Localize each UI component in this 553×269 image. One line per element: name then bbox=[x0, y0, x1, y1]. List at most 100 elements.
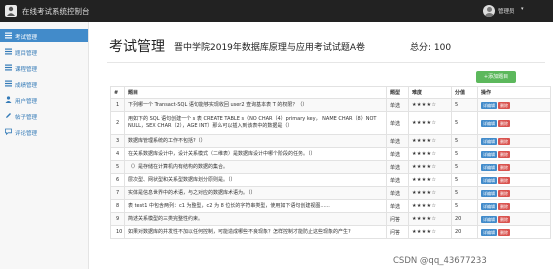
table-row: 7 实体是信息世界中的术语，与之对应的数据库术语为。（） 单选 ★★★★☆ 5 … bbox=[110, 186, 551, 200]
chevron-down-icon[interactable]: ▾ bbox=[521, 6, 524, 12]
sidebar-item-post-management[interactable]: 帖子管理 bbox=[0, 109, 88, 122]
delete-button[interactable]: 删除 bbox=[498, 215, 510, 223]
edit-button[interactable]: 详编辑 bbox=[481, 202, 497, 210]
column-header-difficulty: 难度 bbox=[408, 86, 452, 99]
question-type: 单选 bbox=[386, 134, 409, 148]
question-score: 5 bbox=[451, 111, 478, 135]
row-index: 9 bbox=[110, 212, 125, 226]
sidebar-item-question-management[interactable]: 题目管理 bbox=[0, 45, 88, 58]
edit-button[interactable]: 详编辑 bbox=[481, 150, 497, 158]
edit-button[interactable]: 详编辑 bbox=[481, 163, 497, 171]
user-name-menu[interactable]: 管理员 bbox=[498, 7, 515, 15]
row-actions: 详编辑 删除 bbox=[477, 186, 551, 200]
delete-button[interactable]: 删除 bbox=[498, 202, 510, 210]
question-text: 简述关系模型的三类完整性约束。 bbox=[124, 212, 387, 226]
column-header-question: 题目 bbox=[124, 86, 387, 99]
question-type: 单选 bbox=[386, 199, 409, 213]
delete-button[interactable]: 删除 bbox=[498, 228, 510, 236]
edit-button[interactable]: 详编辑 bbox=[481, 119, 497, 127]
row-index: 3 bbox=[110, 134, 125, 148]
delete-button[interactable]: 删除 bbox=[498, 119, 510, 127]
edit-button[interactable]: 详编辑 bbox=[481, 228, 497, 236]
difficulty-stars: ★★★★☆ bbox=[408, 111, 452, 135]
row-index: 6 bbox=[110, 173, 125, 187]
sidebar-item-user-management[interactable]: 用户管理 bbox=[0, 93, 88, 106]
sidebar: 考试管理 题目管理 课程管理 成绩管理 用户管理 帖子管理 评论管理 bbox=[0, 22, 89, 269]
difficulty-stars: ★★★★☆ bbox=[408, 225, 452, 239]
row-index: 1 bbox=[110, 98, 125, 112]
edit-button[interactable]: 详编辑 bbox=[481, 189, 497, 197]
row-index: 5 bbox=[110, 160, 125, 174]
top-navbar: 在线考试系统控制台 管理员 ▾ bbox=[0, 0, 553, 22]
watermark: CSDN @qq_43677233 bbox=[393, 256, 487, 266]
row-actions: 详编辑 删除 bbox=[477, 173, 551, 187]
question-score: 5 bbox=[451, 173, 478, 187]
difficulty-stars: ★★★★☆ bbox=[408, 98, 452, 112]
table-header-row: # 题目 题型 难度 分值 操作 bbox=[110, 86, 551, 99]
row-index: 10 bbox=[110, 225, 125, 239]
page-title: 考试管理 bbox=[109, 39, 165, 55]
delete-button[interactable]: 删除 bbox=[498, 101, 510, 109]
delete-button[interactable]: 删除 bbox=[498, 176, 510, 184]
row-actions: 详编辑 删除 bbox=[477, 160, 551, 174]
edit-button[interactable]: 详编辑 bbox=[481, 137, 497, 145]
row-index: 4 bbox=[110, 147, 125, 161]
table-row: 10 如果对数据库的并发性不加以任何控制，可能造成哪些不良现象？怎样控制才能防止… bbox=[110, 225, 551, 239]
sidebar-item-score-management[interactable]: 成绩管理 bbox=[0, 77, 88, 90]
sidebar-item-label: 成绩管理 bbox=[15, 82, 38, 89]
column-header-index: # bbox=[110, 86, 125, 99]
question-score: 5 bbox=[451, 199, 478, 213]
question-text: 表 test1 中包含两列：c1 为整型，c2 为 8 位长的字符串类型，使用如… bbox=[124, 199, 387, 213]
row-actions: 详编辑 删除 bbox=[477, 111, 551, 135]
question-text: 下列哪一个 Transact-SQL 语句能够实现收回 user2 查询基本表 … bbox=[124, 98, 387, 112]
person-logo-icon[interactable] bbox=[5, 5, 17, 17]
list-icon bbox=[5, 32, 12, 39]
table-row: 8 表 test1 中包含两列：c1 为整型，c2 为 8 位长的字符串类型，使… bbox=[110, 199, 551, 213]
table-row: 3 数据库管理系统的工作不包括?（） 单选 ★★★★☆ 5 详编辑 删除 bbox=[110, 134, 551, 148]
delete-button[interactable]: 删除 bbox=[498, 163, 510, 171]
user-avatar-icon[interactable] bbox=[483, 5, 495, 17]
difficulty-stars: ★★★★☆ bbox=[408, 147, 452, 161]
question-type: 问答 bbox=[386, 212, 409, 226]
column-header-actions: 操作 bbox=[477, 86, 551, 99]
delete-button[interactable]: 删除 bbox=[498, 150, 510, 158]
question-type: 单选 bbox=[386, 160, 409, 174]
question-text: 用如下的 SQL 语句创建一个 s 表 CREATE TABLE s（NO CH… bbox=[124, 111, 387, 135]
list-icon bbox=[5, 80, 12, 87]
sidebar-item-exam-management[interactable]: 考试管理 bbox=[0, 29, 88, 42]
table-row: 5 （）是存储在计算机内有结构的数据的集合。 单选 ★★★★☆ 5 详编辑 删除 bbox=[110, 160, 551, 174]
difficulty-stars: ★★★★☆ bbox=[408, 160, 452, 174]
delete-button[interactable]: 删除 bbox=[498, 189, 510, 197]
sidebar-item-course-management[interactable]: 课程管理 bbox=[0, 61, 88, 74]
delete-button[interactable]: 删除 bbox=[498, 137, 510, 145]
question-score: 5 bbox=[451, 186, 478, 200]
question-type: 单选 bbox=[386, 186, 409, 200]
exam-name: 晋中学院2019年数据库原理与应用考试试题A卷 bbox=[174, 43, 366, 53]
comment-icon bbox=[5, 128, 12, 135]
add-question-button[interactable]: +添加题目 bbox=[476, 71, 516, 83]
question-type: 单选 bbox=[386, 111, 409, 135]
question-text: 在关系数据库设计中，设计关系模式（二维表）是数据库设计中哪个阶段的任务。（） bbox=[124, 147, 387, 161]
user-icon bbox=[5, 96, 12, 103]
sidebar-item-comment-management[interactable]: 评论管理 bbox=[0, 125, 88, 138]
question-text: 实体是信息世界中的术语，与之对应的数据库术语为。（） bbox=[124, 186, 387, 200]
table-row: 9 简述关系模型的三类完整性约束。 问答 ★★★★☆ 20 详编辑 删除 bbox=[110, 212, 551, 226]
sidebar-item-label: 用户管理 bbox=[15, 98, 38, 105]
table-row: 6 层次型、网状型和关系型数据库划分原则是。（） 单选 ★★★★☆ 5 详编辑删… bbox=[110, 173, 551, 187]
question-score: 5 bbox=[451, 134, 478, 148]
edit-icon bbox=[6, 113, 11, 118]
sidebar-item-label: 帖子管理 bbox=[15, 114, 38, 121]
app-title[interactable]: 在线考试系统控制台 bbox=[22, 6, 90, 17]
question-score: 20 bbox=[451, 212, 478, 226]
difficulty-stars: ★★★★☆ bbox=[408, 212, 452, 226]
list-icon bbox=[5, 64, 12, 71]
row-actions: 详编辑 删除 bbox=[477, 199, 551, 213]
edit-button[interactable]: 详编辑 bbox=[481, 215, 497, 223]
edit-button[interactable]: 详编辑 bbox=[481, 176, 497, 184]
exam-total-score: 总分: 100 bbox=[410, 43, 452, 53]
row-actions: 详编辑 删除 bbox=[477, 147, 551, 161]
difficulty-stars: ★★★★☆ bbox=[408, 173, 452, 187]
column-header-score: 分值 bbox=[451, 86, 478, 99]
edit-button[interactable]: 详编辑 bbox=[481, 101, 497, 109]
list-icon bbox=[5, 48, 12, 55]
